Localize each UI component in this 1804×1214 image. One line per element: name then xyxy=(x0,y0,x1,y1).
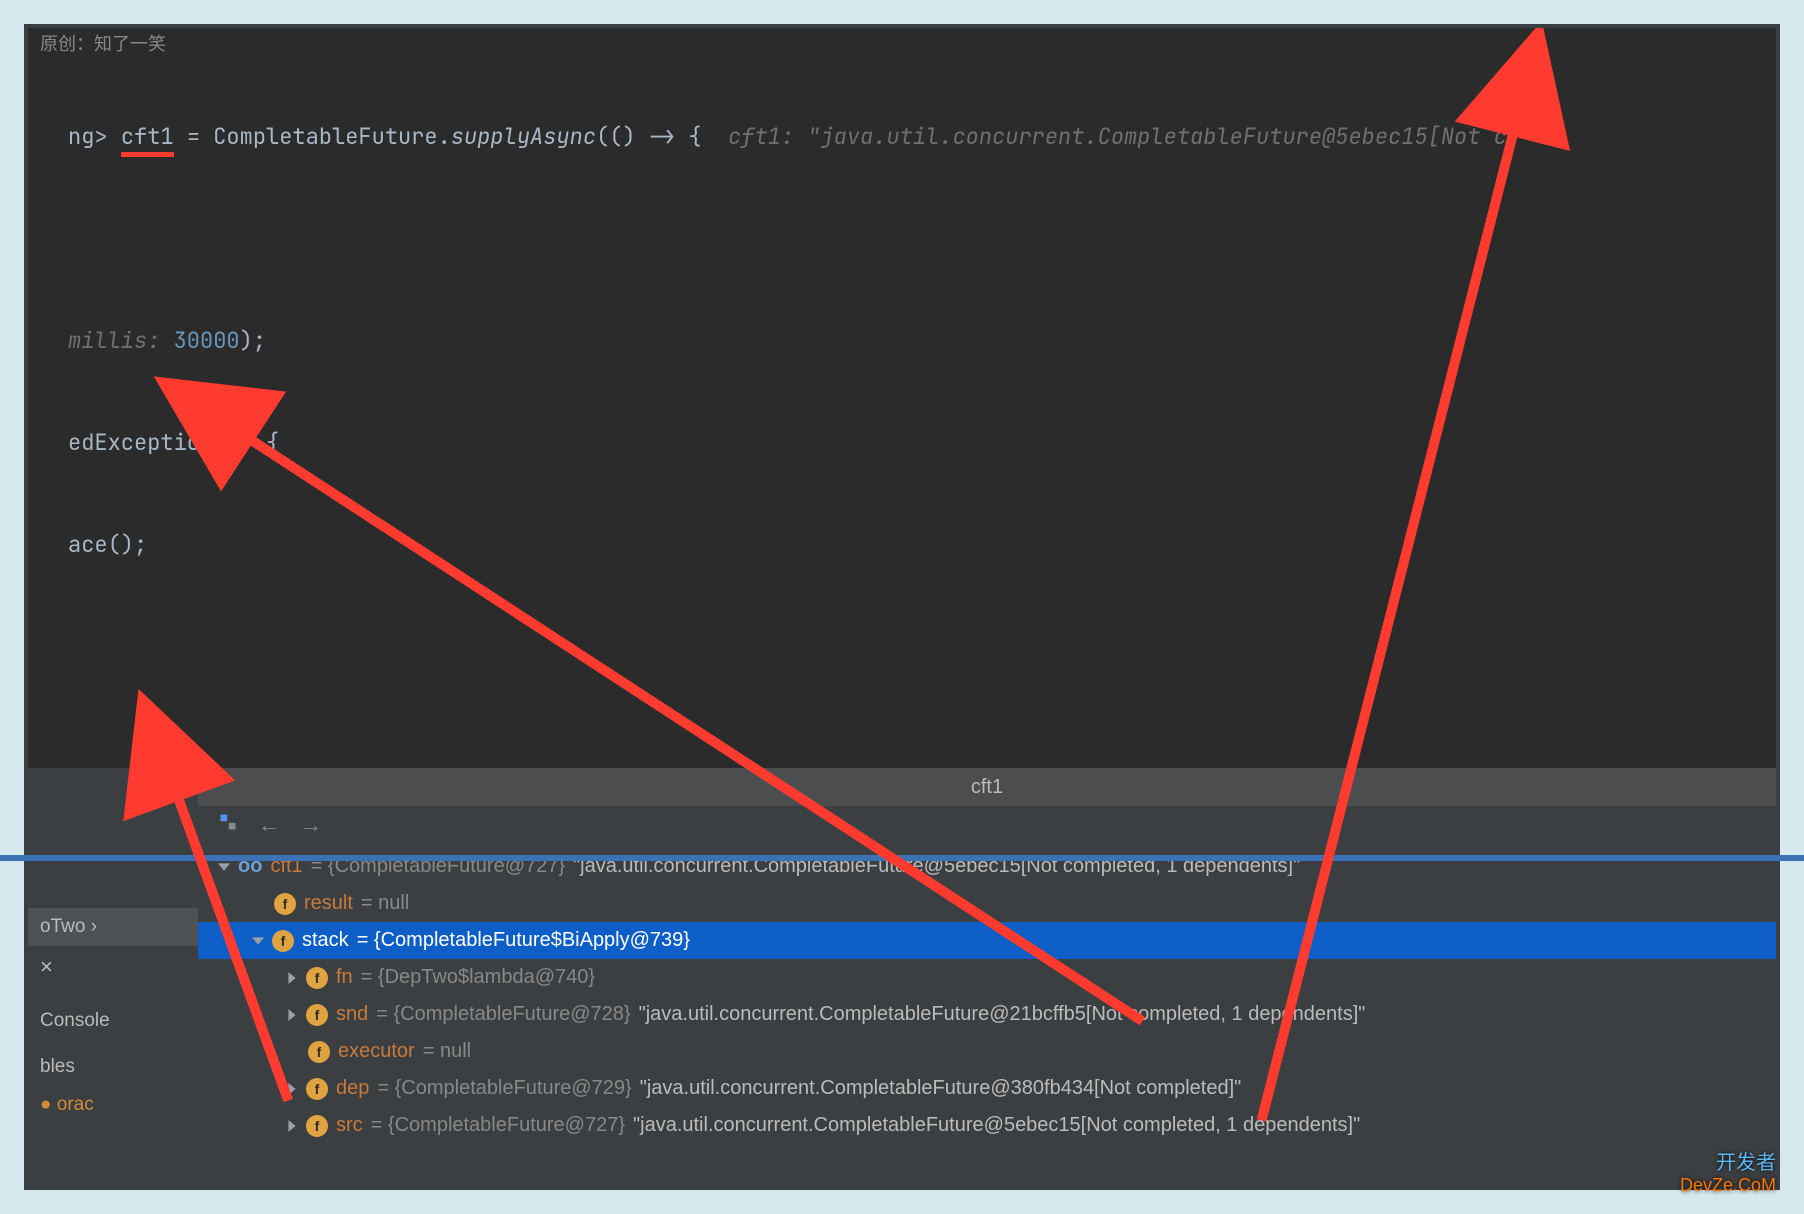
app-frame: ng> cft1 = CompletableFuture.supplyAsync… xyxy=(24,24,1780,1190)
field-icon: f xyxy=(274,893,296,915)
field-icon: f xyxy=(306,967,328,989)
console-tab[interactable]: Console xyxy=(28,1002,198,1040)
expand-icon[interactable] xyxy=(286,1009,298,1021)
collapse-icon[interactable] xyxy=(218,861,230,873)
var-type: = {CompletableFuture@728} xyxy=(376,1003,630,1026)
var-name: result xyxy=(304,892,353,915)
debug-popup-title: cft1 xyxy=(198,768,1776,806)
var-name: fn xyxy=(336,966,353,989)
code-line: millis: 30000); xyxy=(68,324,1776,358)
var-name: dep xyxy=(336,1077,369,1100)
variable-row[interactable]: f src = {CompletableFuture@727} "java.ut… xyxy=(198,1107,1776,1144)
forward-icon[interactable]: → xyxy=(300,812,322,838)
expand-icon[interactable] xyxy=(286,1120,298,1132)
code-line: ace(); xyxy=(68,528,1776,562)
var-type: = null xyxy=(361,892,409,915)
var-cft1: cft1 xyxy=(121,122,174,157)
code-line: ng> cft1 = CompletableFuture.supplyAsync… xyxy=(68,120,1776,154)
watermark-bottom-right: 开发者 DevZe.CoM xyxy=(1680,1152,1776,1196)
variables-tab[interactable]: bles xyxy=(28,1048,198,1086)
var-type: = {CompletableFuture$BiApply@739} xyxy=(357,929,690,952)
var-name: snd xyxy=(336,1003,368,1026)
var-type: = null xyxy=(423,1040,471,1063)
field-icon: f xyxy=(306,1004,328,1026)
var-type: = {CompletableFuture@729} xyxy=(377,1077,631,1100)
debug-panel: oTwo › × Console bles ● orac cft1 ← → oo… xyxy=(28,768,1776,1186)
debug-tab[interactable]: oTwo › xyxy=(28,908,198,946)
back-icon[interactable]: ← xyxy=(258,812,280,838)
variable-row[interactable]: f fn = {DepTwo$lambda@740} xyxy=(198,959,1776,996)
variable-row[interactable]: f result = null xyxy=(198,885,1776,922)
field-icon: f xyxy=(272,930,294,952)
field-icon: f xyxy=(306,1115,328,1137)
debug-left-column: oTwo › × Console bles ● orac xyxy=(28,768,198,1186)
variable-row[interactable]: f dep = {CompletableFuture@729} "java.ut… xyxy=(198,1070,1776,1107)
var-value: "java.util.concurrent.CompletableFuture@… xyxy=(633,1114,1360,1137)
expand-icon[interactable] xyxy=(286,972,298,984)
code-line xyxy=(68,222,1776,256)
orac-label: ● orac xyxy=(28,1086,198,1124)
watermark-top-label: 原创：知了一笑 xyxy=(40,30,166,56)
var-type: = {CompletableFuture@727} xyxy=(371,1114,625,1137)
var-name: executor xyxy=(338,1040,415,1063)
close-icon[interactable]: × xyxy=(28,946,198,988)
variable-row[interactable]: f snd = {CompletableFuture@728} "java.ut… xyxy=(198,996,1776,1033)
var-value: "java.util.concurrent.CompletableFuture@… xyxy=(640,1077,1242,1100)
expand-icon[interactable] xyxy=(286,1083,298,1095)
var-name: stack xyxy=(302,929,349,952)
var-value: "java.util.concurrent.CompletableFuture@… xyxy=(639,1003,1366,1026)
field-icon: f xyxy=(306,1078,328,1100)
var-name: src xyxy=(336,1114,363,1137)
inline-hint: cft1: "java.util.concurrent.CompletableF… xyxy=(702,122,1507,151)
variable-row[interactable]: oo cft1 = {CompletableFuture@727} "java.… xyxy=(198,848,1776,885)
debug-toolbar: ← → xyxy=(198,806,1776,844)
field-icon: f xyxy=(308,1041,330,1063)
var-type: = {DepTwo$lambda@740} xyxy=(361,966,595,989)
variable-row[interactable]: f stack = {CompletableFuture$BiApply@739… xyxy=(198,922,1776,959)
code-line: edException e) { xyxy=(68,426,1776,460)
variables-tree[interactable]: oo cft1 = {CompletableFuture@727} "java.… xyxy=(198,848,1776,1186)
variable-row[interactable]: f executor = null xyxy=(198,1033,1776,1070)
target-icon[interactable] xyxy=(218,812,238,838)
collapse-icon[interactable] xyxy=(252,935,264,947)
debug-divider xyxy=(0,855,1804,861)
